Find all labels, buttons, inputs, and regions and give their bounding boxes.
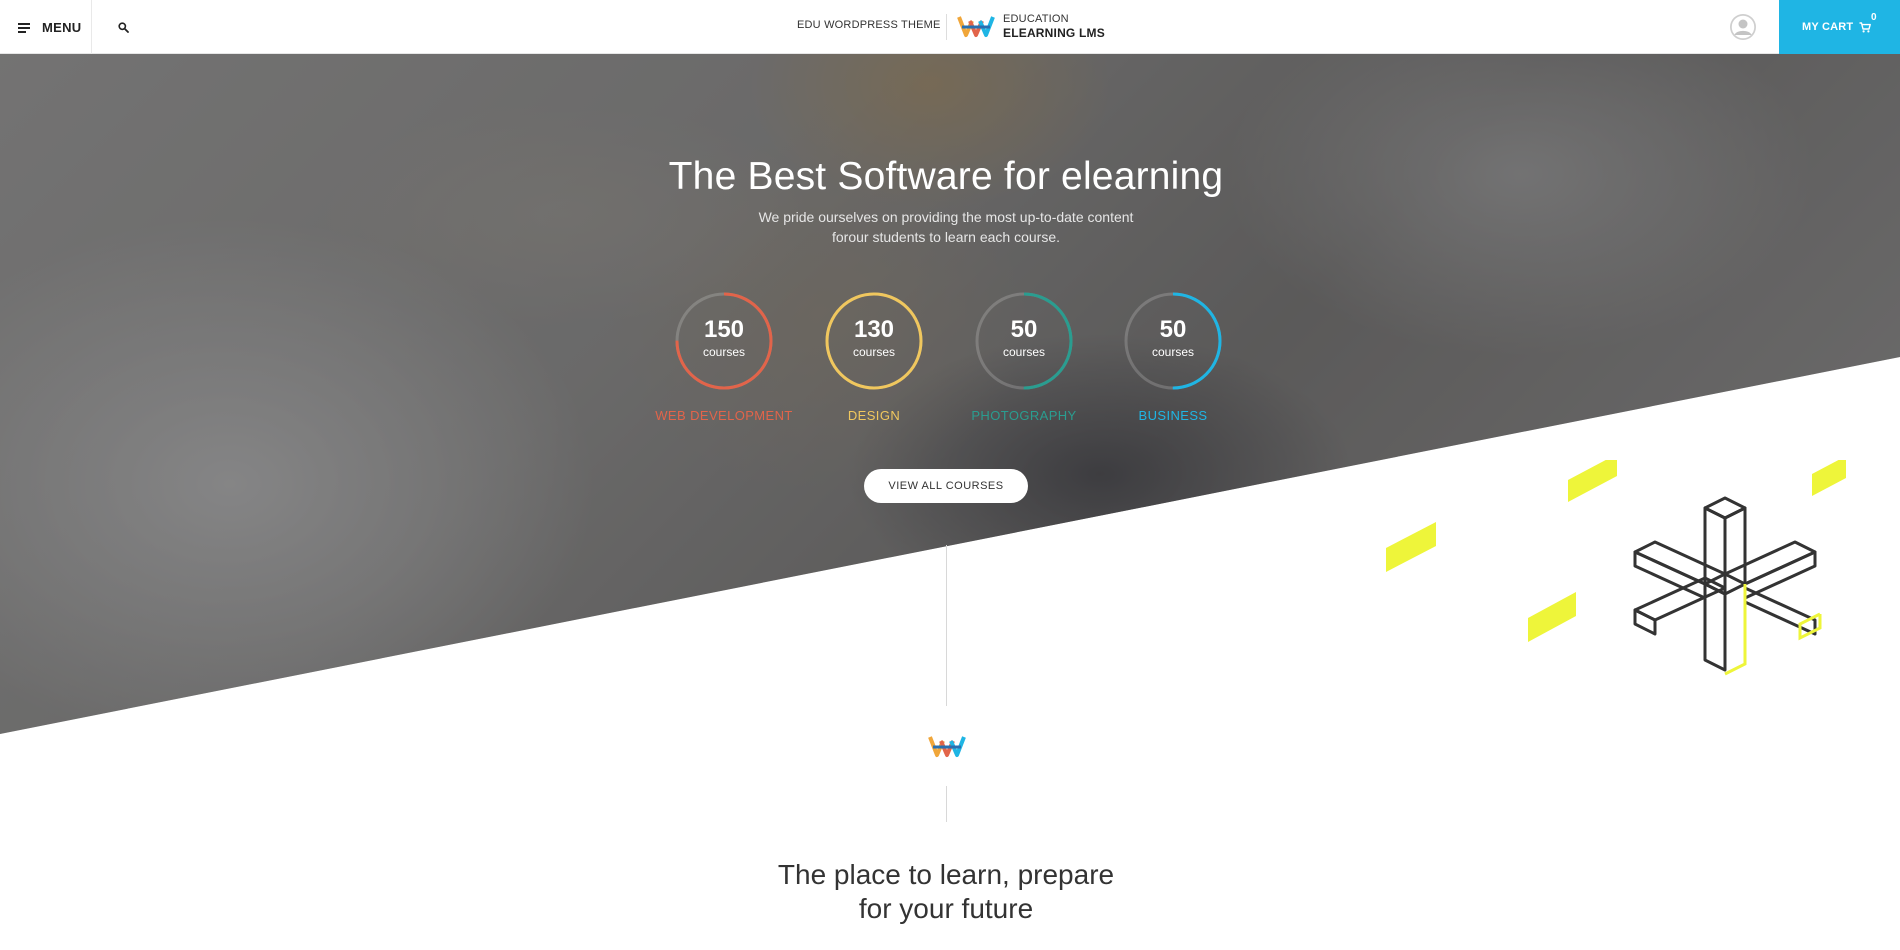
stat-category-link[interactable]: WEB DEVELOPMENT — [649, 408, 799, 423]
intro-section-title: The place to learn, prepare for your fut… — [0, 858, 1892, 926]
stat-category-link[interactable]: DESIGN — [799, 408, 949, 423]
intro-title-line-2: for your future — [858, 893, 1034, 924]
search-icon — [117, 21, 129, 33]
hamburger-icon — [18, 22, 30, 33]
progress-ring: 130 courses — [824, 291, 924, 391]
vertical-divider-top — [946, 545, 947, 706]
hero-title: The Best Software for elearning — [668, 155, 1224, 198]
hero-subtitle: We pride ourselves on providing the most… — [0, 207, 1892, 247]
stat-design: 130 courses DESIGN — [799, 291, 949, 423]
stat-unit: courses — [852, 345, 896, 359]
stat-number: 150 — [703, 316, 745, 343]
cart-label: MY CART — [1802, 21, 1854, 33]
stat-web-development: 150 courses WEB DEVELOPMENT — [649, 291, 799, 423]
logo-w-icon — [957, 16, 995, 37]
stat-unit: courses — [1151, 345, 1195, 359]
stat-number: 130 — [853, 316, 895, 343]
intro-title-line-1: The place to learn, prepare — [777, 859, 1115, 890]
stat-unit: courses — [702, 345, 746, 359]
menu-button[interactable]: MENU — [0, 0, 92, 54]
user-avatar[interactable] — [1730, 14, 1756, 40]
header-tagline: EDU WORDPRESS THEME — [797, 19, 941, 31]
hero-subtitle-line-1: We pride ourselves on providing the most… — [758, 209, 1134, 225]
my-cart-button[interactable]: MY CART 0 — [1779, 0, 1900, 54]
header-divider — [946, 14, 947, 40]
isometric-asterisk-decoration-icon — [1386, 460, 1846, 676]
stat-number: 50 — [1010, 316, 1038, 343]
logo-line-2: ELEARNING LMS — [1003, 26, 1105, 40]
stat-number: 50 — [1159, 316, 1187, 343]
top-header: MENU EDU WORDPRESS THEME EDUCATION ELEAR… — [0, 0, 1900, 54]
progress-ring: 50 courses — [974, 291, 1074, 391]
progress-ring: 150 courses — [674, 291, 774, 391]
progress-ring: 50 courses — [1123, 291, 1223, 391]
cart-icon — [1859, 21, 1872, 32]
cart-count-badge: 0 — [1871, 12, 1877, 23]
view-all-courses-button[interactable]: VIEW ALL COURSES — [864, 469, 1028, 503]
stat-category-link[interactable]: PHOTOGRAPHY — [949, 408, 1099, 423]
vertical-divider-bottom — [946, 786, 947, 822]
site-logo[interactable]: EDUCATION ELEARNING LMS — [957, 12, 1105, 40]
search-button[interactable] — [110, 14, 136, 40]
stat-unit: courses — [1002, 345, 1046, 359]
hero-subtitle-line-2: forour students to learn each course. — [831, 229, 1061, 245]
stat-photography: 50 courses PHOTOGRAPHY — [949, 291, 1099, 423]
logo-line-1: EDUCATION — [1003, 13, 1069, 25]
stat-business: 50 courses BUSINESS — [1098, 291, 1248, 423]
menu-label: MENU — [42, 19, 82, 35]
stat-category-link[interactable]: BUSINESS — [1098, 408, 1248, 423]
user-icon — [1730, 14, 1756, 40]
page: MENU EDU WORDPRESS THEME EDUCATION ELEAR… — [0, 0, 1900, 950]
w-logo-mark-icon — [928, 736, 966, 757]
